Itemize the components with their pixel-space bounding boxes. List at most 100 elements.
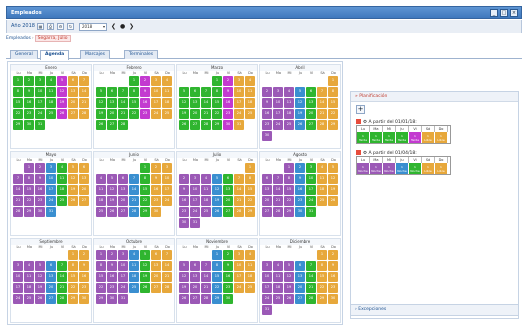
exceptions-header[interactable]: › Excepciones (350, 304, 519, 316)
calendar-day[interactable]: 29 (68, 294, 78, 304)
calendar-day[interactable]: 6 (118, 174, 128, 184)
calendar-day[interactable]: 21 (79, 98, 89, 108)
calendar-day[interactable]: 10 (46, 174, 56, 184)
calendar-day[interactable]: 27 (306, 120, 316, 130)
calendar-day[interactable]: 6 (306, 87, 316, 97)
tab-marcajes[interactable]: Marcajes (80, 50, 110, 59)
calendar-day[interactable]: 17 (262, 283, 272, 293)
calendar-day[interactable]: 4 (162, 76, 172, 86)
calendar-day[interactable]: 19 (212, 196, 222, 206)
calendar-day[interactable]: 15 (68, 272, 78, 282)
calendar-day[interactable]: 6 (223, 174, 233, 184)
calendar-day[interactable]: 8 (317, 261, 327, 271)
calendar-day[interactable]: 27 (262, 207, 272, 217)
calendar-day[interactable]: 30 (328, 294, 338, 304)
calendar-day[interactable]: 14 (317, 98, 327, 108)
calendar-day[interactable]: 13 (107, 98, 117, 108)
calendar-day[interactable]: 20 (262, 196, 272, 206)
calendar-day[interactable]: 8 (24, 174, 34, 184)
calendar-day[interactable]: 18 (57, 185, 67, 195)
calendar-day[interactable]: 15 (212, 272, 222, 282)
plan-shift-cell[interactable]: 1 Tarde (370, 132, 383, 143)
calendar-day[interactable]: 17 (162, 185, 172, 195)
calendar-day[interactable]: 18 (46, 98, 56, 108)
calendar-day[interactable]: 11 (273, 272, 283, 282)
calendar-day[interactable]: 14 (129, 185, 139, 195)
calendar-day[interactable]: 18 (129, 272, 139, 282)
plan-shift-cell[interactable]: 1 Libre (435, 163, 448, 174)
calendar-day[interactable]: 10 (234, 87, 244, 97)
calendar-day[interactable]: 1 (328, 76, 338, 86)
calendar-day[interactable]: 11 (46, 87, 56, 97)
calendar-day[interactable]: 8 (212, 87, 222, 97)
calendar-day[interactable]: 11 (245, 87, 255, 97)
today-button[interactable]: ● (120, 23, 125, 30)
calendar-day[interactable]: 25 (96, 207, 106, 217)
calendar-day[interactable]: 5 (57, 76, 67, 86)
calendar-day[interactable]: 1 (96, 250, 106, 260)
calendar-day[interactable]: 6 (262, 174, 272, 184)
calendar-day[interactable]: 10 (190, 185, 200, 195)
calendar-day[interactable]: 1 (129, 76, 139, 86)
calendar-day[interactable]: 5 (179, 87, 189, 97)
calendar-day[interactable]: 19 (57, 98, 67, 108)
calendar-day[interactable]: 29 (328, 120, 338, 130)
calendar-day[interactable]: 3 (118, 250, 128, 260)
calendar-day[interactable]: 21 (201, 283, 211, 293)
calendar-day[interactable]: 14 (201, 98, 211, 108)
calendar-day[interactable]: 5 (140, 250, 150, 260)
calendar-day[interactable]: 4 (245, 250, 255, 260)
calendar-day[interactable]: 28 (13, 207, 23, 217)
calendar-day[interactable]: 31 (118, 294, 128, 304)
calendar-day[interactable]: 30 (262, 131, 272, 141)
calendar-day[interactable]: 8 (96, 261, 106, 271)
calendar-day[interactable]: 19 (295, 109, 305, 119)
calendar-day[interactable]: 5 (295, 87, 305, 97)
calendar-day[interactable]: 19 (140, 272, 150, 282)
calendar-day[interactable]: 21 (129, 196, 139, 206)
calendar-day[interactable]: 10 (273, 98, 283, 108)
tab-agenda[interactable]: Agenda (40, 50, 70, 60)
calendar-day[interactable]: 17 (306, 185, 316, 195)
calendar-day[interactable]: 4 (273, 261, 283, 271)
calendar-day[interactable]: 26 (35, 294, 45, 304)
calendar-day[interactable]: 7 (57, 261, 67, 271)
calendar-day[interactable]: 13 (262, 185, 272, 195)
calendar-day[interactable]: 12 (96, 98, 106, 108)
calendar-day[interactable]: 24 (162, 196, 172, 206)
calendar-day[interactable]: 6 (79, 163, 89, 173)
calendar-day[interactable]: 9 (151, 174, 161, 184)
calendar-day[interactable]: 11 (96, 185, 106, 195)
print-icon[interactable]: ⎙ (47, 23, 54, 30)
calendar-day[interactable]: 1 (212, 76, 222, 86)
calendar-day[interactable]: 28 (234, 207, 244, 217)
plan-shift-cell[interactable]: 1 Noche (357, 163, 370, 174)
calendar-day[interactable]: 23 (262, 120, 272, 130)
calendar-day[interactable]: 1 (140, 163, 150, 173)
calendar-day[interactable]: 12 (179, 272, 189, 282)
calendar-day[interactable]: 12 (295, 98, 305, 108)
plan-shift-cell[interactable]: 1 Noche (396, 163, 409, 174)
calendar-day[interactable]: 16 (79, 272, 89, 282)
plan-shift-cell[interactable]: 1 Libre (422, 163, 435, 174)
calendar-day[interactable]: 27 (151, 283, 161, 293)
calendar-day[interactable]: 29 (212, 120, 222, 130)
plan-shift-cell[interactable]: 1 Libre (435, 132, 448, 143)
calendar-day[interactable]: 8 (245, 174, 255, 184)
calendar-day[interactable]: 23 (328, 283, 338, 293)
calendar-day[interactable]: 11 (24, 272, 34, 282)
calendar-day[interactable]: 7 (317, 87, 327, 97)
calendar-day[interactable]: 27 (107, 120, 117, 130)
calendar-day[interactable]: 3 (46, 163, 56, 173)
calendar-day[interactable]: 26 (284, 294, 294, 304)
calendar-day[interactable]: 2 (151, 163, 161, 173)
calendar-day[interactable]: 20 (190, 283, 200, 293)
calendar-day[interactable]: 8 (13, 87, 23, 97)
calendar-day[interactable]: 31 (46, 207, 56, 217)
calendar-day[interactable]: 6 (151, 250, 161, 260)
calendar-day[interactable]: 7 (129, 174, 139, 184)
calendar-day[interactable]: 26 (96, 120, 106, 130)
calendar-day[interactable]: 22 (328, 109, 338, 119)
calendar-day[interactable]: 13 (295, 272, 305, 282)
calendar-day[interactable]: 23 (151, 196, 161, 206)
